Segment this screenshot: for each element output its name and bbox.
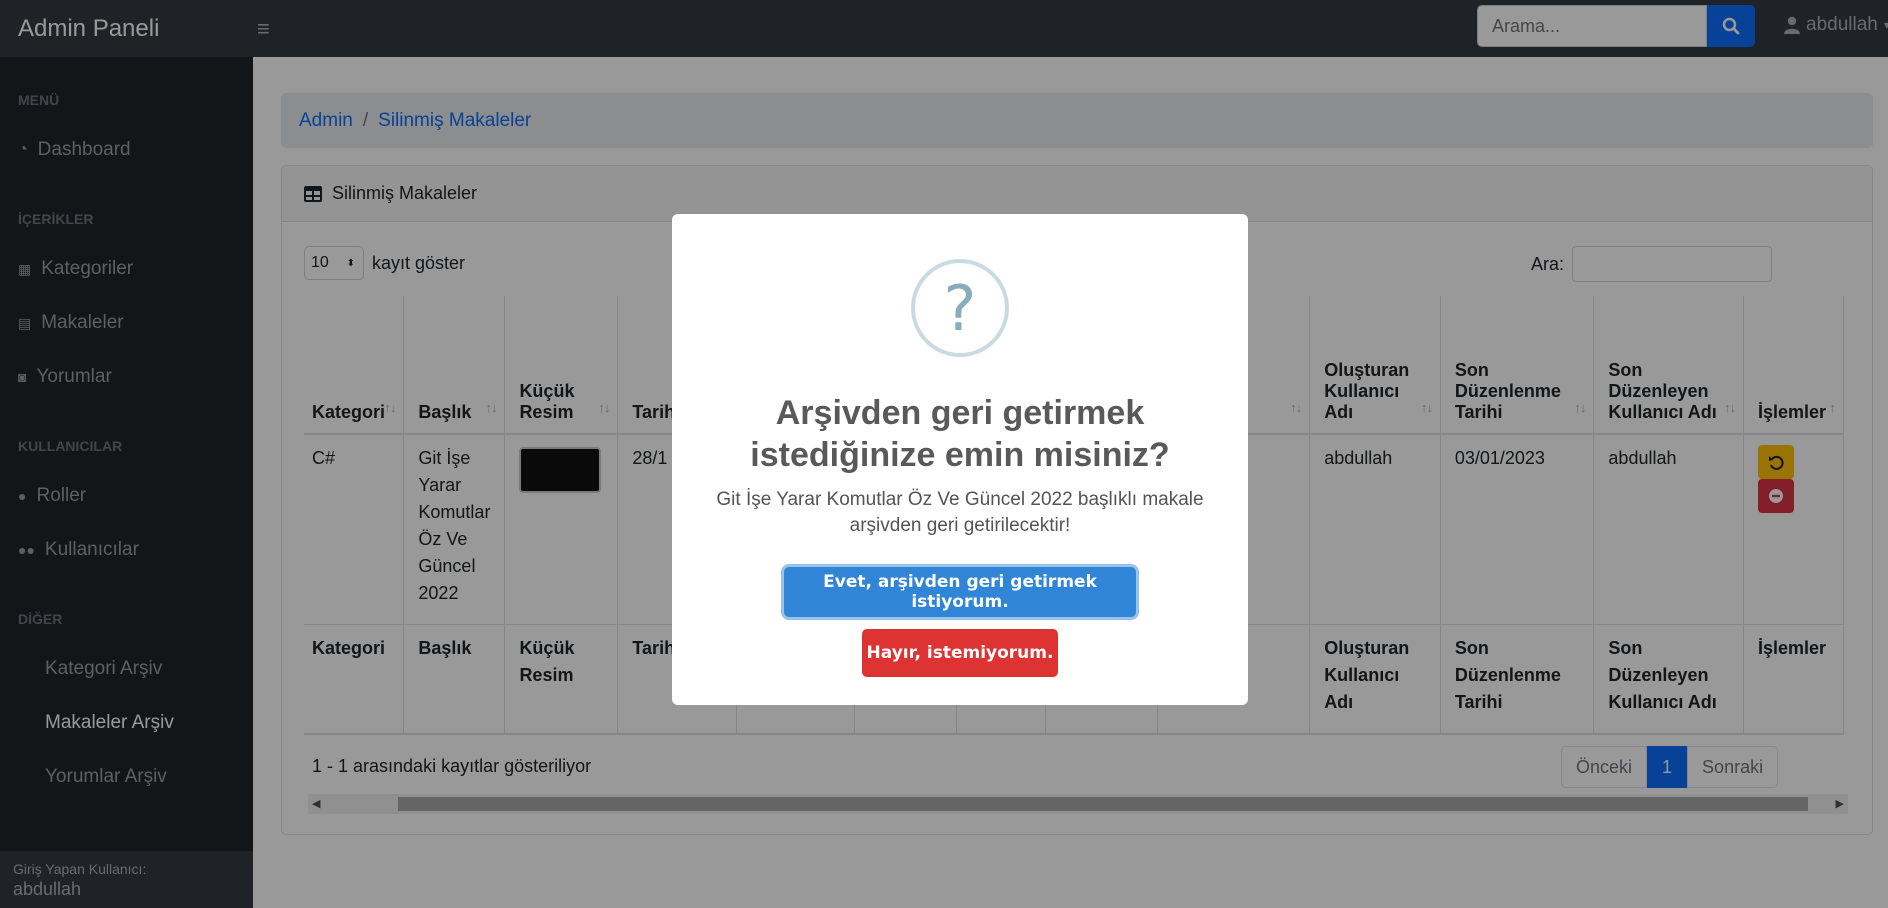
dialog-text: Git İşe Yarar Komutlar Öz Ve Güncel 2022… <box>716 489 1204 536</box>
confirm-dialog: ? Arşivden geri getirmek istediğinize em… <box>672 214 1248 705</box>
dialog-title: Arşivden geri getirmek istediğinize emin… <box>750 394 1170 474</box>
question-icon: ? <box>911 259 1009 357</box>
cancel-button[interactable]: Hayır, istemiyorum. <box>862 629 1058 677</box>
confirm-restore-button[interactable]: Evet, arşivden geri getirmek istiyorum. <box>784 567 1136 617</box>
